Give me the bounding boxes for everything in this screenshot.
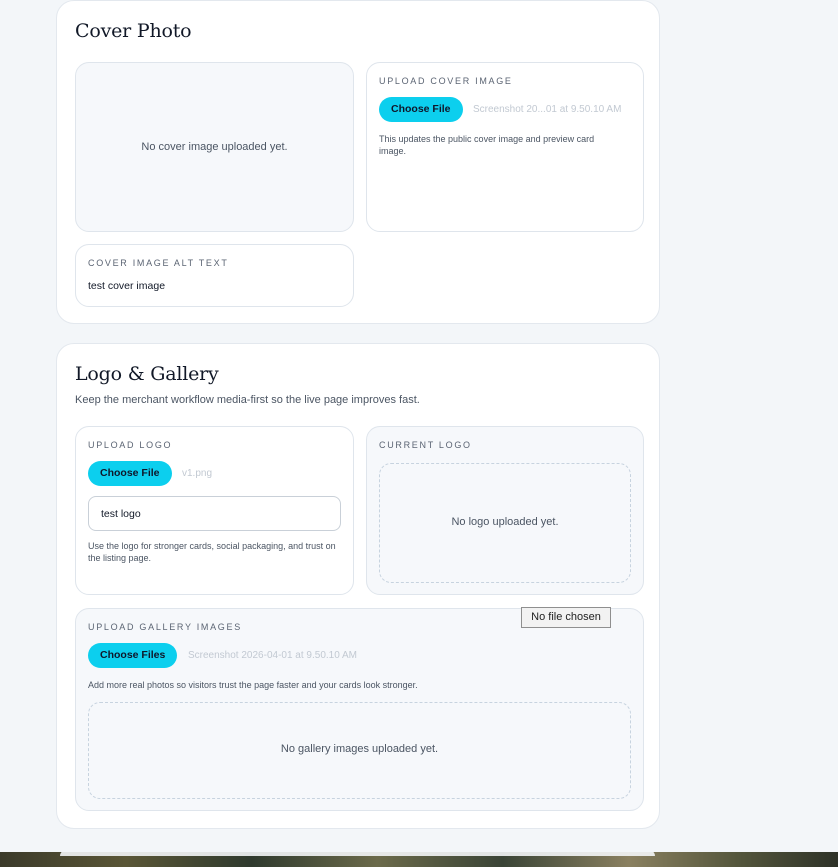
cover-choose-file-button[interactable]: Choose File	[379, 97, 463, 122]
current-logo-label: CURRENT LOGO	[379, 440, 472, 450]
gallery-empty-text: No gallery images uploaded yet.	[280, 743, 439, 755]
cover-photo-card: Cover Photo No cover image uploaded yet.…	[56, 0, 660, 324]
next-card-edge	[60, 852, 655, 856]
gallery-upload-box: UPLOAD GALLERY IMAGES Choose Files Scree…	[75, 608, 644, 811]
upload-logo-help: Use the logo for stronger cards, social …	[88, 541, 336, 563]
cover-preview-box: No cover image uploaded yet.	[75, 62, 354, 232]
gallery-upload-label: UPLOAD GALLERY IMAGES	[88, 622, 242, 632]
cover-alt-text-field[interactable]: COVER IMAGE ALT TEXT test cover image	[75, 244, 354, 307]
cover-filename: Screenshot 20...01 at 9.50.10 AM	[473, 104, 622, 115]
upload-logo-box: UPLOAD LOGO Choose File v1.png Use the l…	[75, 426, 354, 595]
cover-preview-empty-text: No cover image uploaded yet.	[141, 141, 288, 153]
upload-logo-label: UPLOAD LOGO	[88, 440, 173, 450]
current-logo-box: CURRENT LOGO No logo uploaded yet.	[366, 426, 644, 595]
cover-upload-label: UPLOAD COVER IMAGE	[379, 76, 513, 86]
logo-gallery-subtitle: Keep the merchant workflow media-first s…	[75, 394, 420, 406]
logo-choose-file-button[interactable]: Choose File	[88, 461, 172, 486]
current-logo-dropzone: No logo uploaded yet.	[379, 463, 631, 583]
cover-alt-value[interactable]: test cover image	[88, 280, 165, 292]
gallery-dropzone[interactable]: No gallery images uploaded yet.	[88, 702, 631, 799]
logo-alt-input[interactable]	[88, 496, 341, 531]
cover-alt-label: COVER IMAGE ALT TEXT	[88, 258, 229, 268]
background-landscape-image	[0, 852, 838, 867]
current-logo-empty-text: No logo uploaded yet.	[451, 516, 559, 528]
logo-gallery-title: Logo & Gallery	[75, 363, 219, 385]
gallery-upload-help: Add more real photos so visitors trust t…	[88, 680, 418, 690]
logo-gallery-card: Logo & Gallery Keep the merchant workflo…	[56, 343, 660, 829]
file-input-tooltip: No file chosen	[521, 607, 611, 628]
logo-filename: v1.png	[182, 468, 213, 479]
gallery-filename: Screenshot 2026-04-01 at 9.50.10 AM	[188, 650, 358, 661]
cover-upload-box: UPLOAD COVER IMAGE Choose File Screensho…	[366, 62, 644, 232]
gallery-choose-files-button[interactable]: Choose Files	[88, 643, 178, 668]
cover-photo-title: Cover Photo	[75, 20, 192, 42]
cover-upload-help: This updates the public cover image and …	[379, 134, 595, 156]
